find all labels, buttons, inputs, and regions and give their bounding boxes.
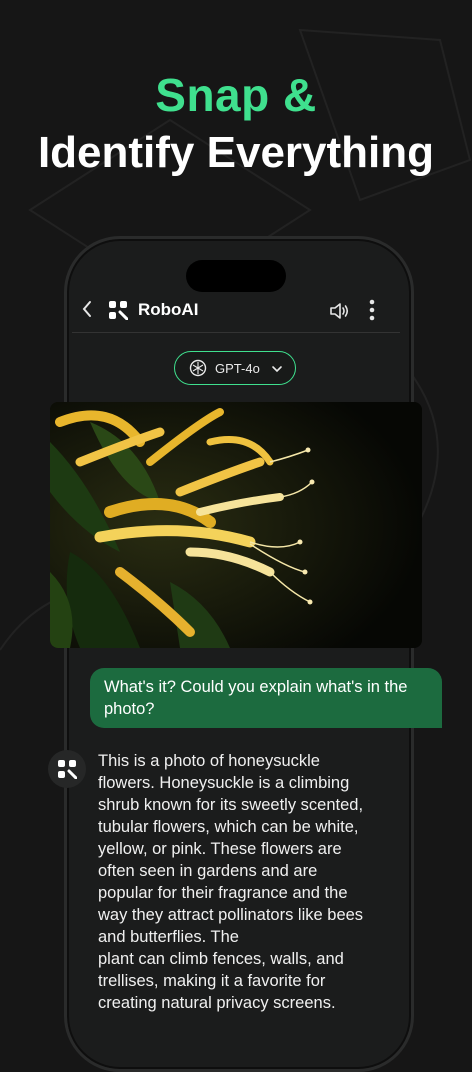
headline-line-2: Identify Everything — [37, 128, 435, 177]
headline-line-1: Snap & — [155, 69, 317, 121]
honeysuckle-image — [50, 402, 422, 648]
chevron-down-icon — [272, 366, 282, 373]
openai-icon — [189, 359, 207, 377]
chevron-left-icon[interactable] — [80, 298, 94, 320]
speaker-icon[interactable] — [328, 300, 350, 322]
roboai-logo-icon — [109, 301, 128, 320]
header-divider — [72, 332, 400, 333]
model-selector[interactable]: GPT-4o — [174, 351, 296, 385]
more-vertical-icon[interactable] — [368, 298, 376, 322]
chat-header: RoboAI — [72, 292, 400, 332]
uploaded-photo[interactable] — [50, 402, 422, 648]
app-title: RoboAI — [138, 300, 199, 319]
assistant-message: This is a photo of honeysuckle flowers. … — [98, 752, 364, 1012]
model-label: GPT-4o — [215, 361, 260, 376]
user-message-bubble: What's it? Could you explain what's in t… — [90, 668, 442, 728]
roboai-avatar-icon — [58, 760, 77, 779]
assistant-avatar — [48, 750, 86, 788]
phone-notch — [186, 260, 286, 292]
